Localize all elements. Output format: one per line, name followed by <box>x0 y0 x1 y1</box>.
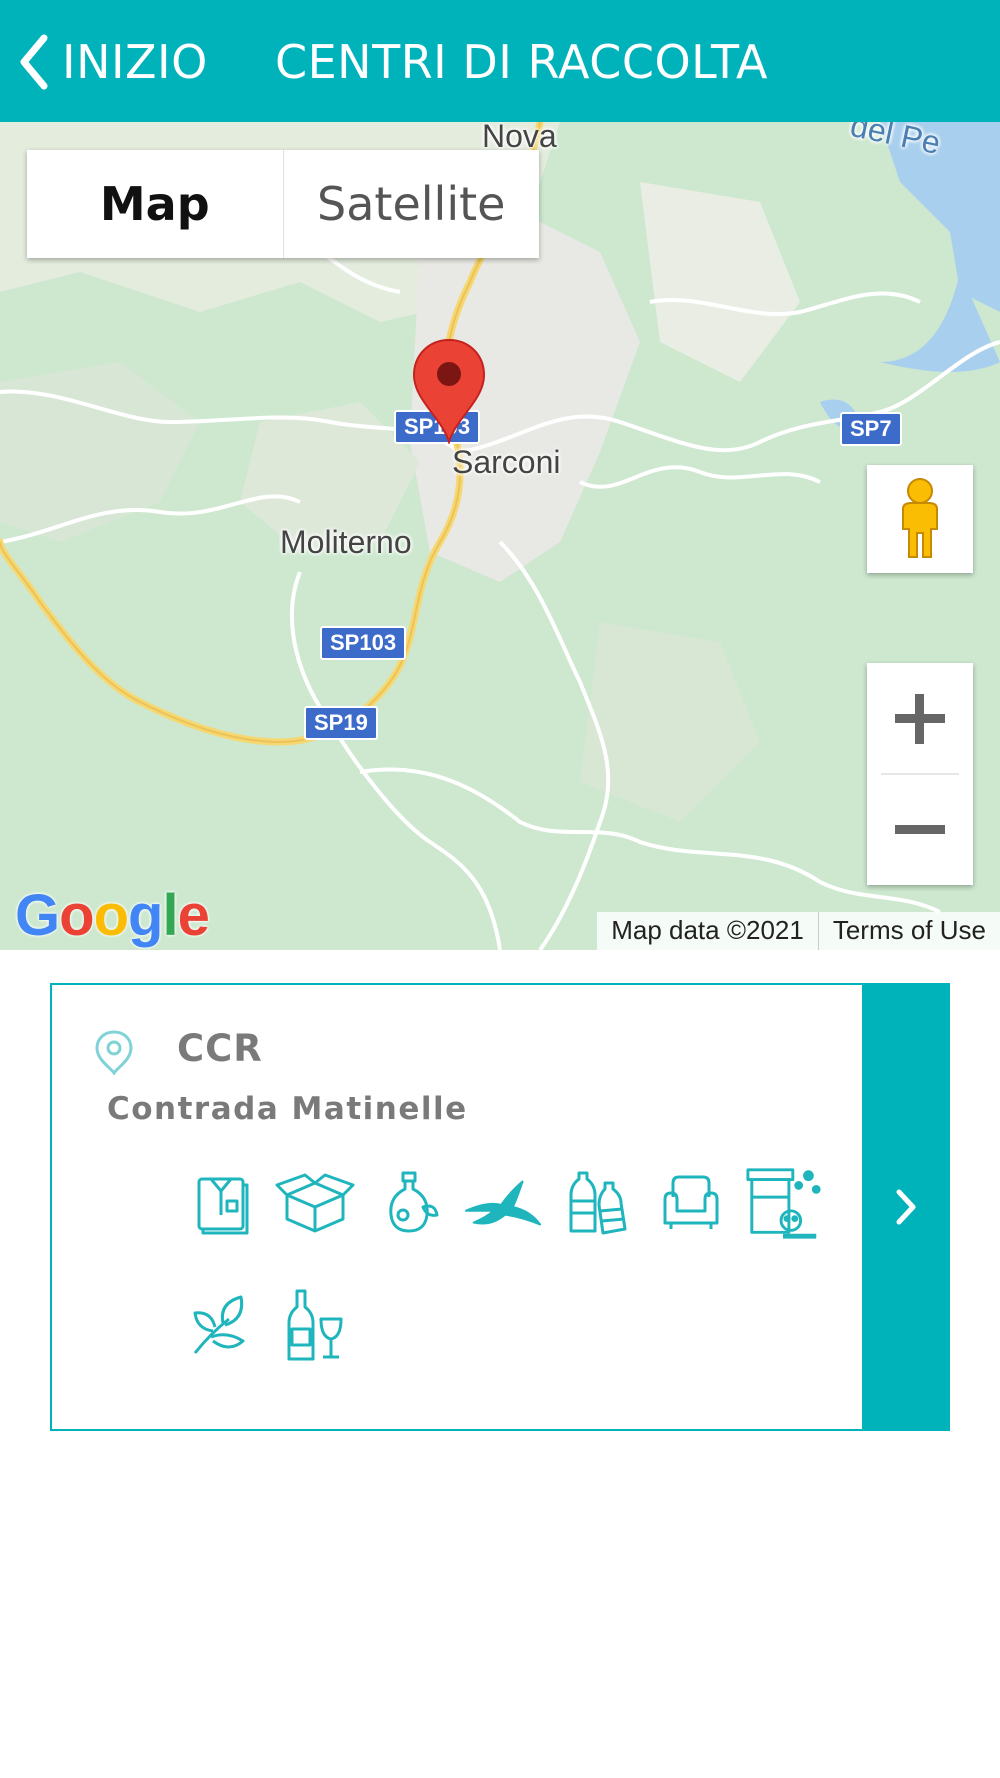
waste-icons-row-1 <box>180 1163 838 1243</box>
map-data-credit: Map data ©2021 <box>611 915 804 945</box>
center-name: CCR <box>177 1027 263 1070</box>
center-address: Contrada Matinelle <box>107 1091 468 1127</box>
collection-center-card[interactable]: CCR Contrada Matinelle <box>50 983 950 1431</box>
zoom-out-icon <box>895 824 945 834</box>
map-label-sarconi: Sarconi <box>452 444 561 480</box>
zoom-control <box>867 663 973 885</box>
google-logo: Google <box>15 883 210 948</box>
plastic-bottles-icon <box>556 1163 638 1243</box>
cooking-oil-icon <box>368 1163 450 1243</box>
zoom-divider <box>881 773 959 775</box>
map-attribution: Map data ©2021 Terms of Use <box>597 912 1000 950</box>
map-view[interactable]: Nova Sarconi Moliterno del Pe SP103 SP7 … <box>0 122 1000 950</box>
page-title: CENTRI DI RACCOLTA <box>275 35 768 89</box>
hazardous-waste-icon <box>744 1163 826 1243</box>
glass-bottle-icon <box>274 1285 356 1365</box>
waste-icons-row-2 <box>180 1285 368 1365</box>
location-pin-outline-icon <box>95 1030 133 1075</box>
zoom-in-icon <box>895 693 945 744</box>
cardboard-box-icon <box>274 1163 356 1243</box>
map-label-moliterno: Moliterno <box>280 524 412 560</box>
road-shield-sp19: SP19 <box>304 706 378 740</box>
back-button[interactable]: INIZIO <box>18 30 208 94</box>
map-type-satellite-button[interactable]: Satellite <box>284 150 540 258</box>
chevron-right-icon <box>896 1189 916 1225</box>
location-pin-icon[interactable] <box>412 338 486 444</box>
clothes-icon <box>180 1163 262 1243</box>
banana-peel-icon <box>462 1163 544 1243</box>
open-details-button[interactable] <box>862 983 950 1431</box>
map-type-control: Map Satellite <box>27 150 539 258</box>
pegman-icon <box>902 478 938 558</box>
chevron-left-icon <box>20 34 48 90</box>
armchair-icon <box>650 1163 732 1243</box>
zoom-out-button[interactable] <box>867 774 973 885</box>
leaves-icon <box>180 1285 262 1365</box>
road-shield-sp103-south: SP103 <box>320 626 407 660</box>
map-type-map-button[interactable]: Map <box>27 150 284 258</box>
road-shield-sp7: SP7 <box>840 412 902 446</box>
terms-of-use-link[interactable]: Terms of Use <box>817 912 1000 950</box>
zoom-in-button[interactable] <box>867 663 973 774</box>
app-header: INIZIO CENTRI DI RACCOLTA <box>0 0 1000 122</box>
street-view-button[interactable] <box>867 465 973 573</box>
back-label: INIZIO <box>62 35 208 89</box>
